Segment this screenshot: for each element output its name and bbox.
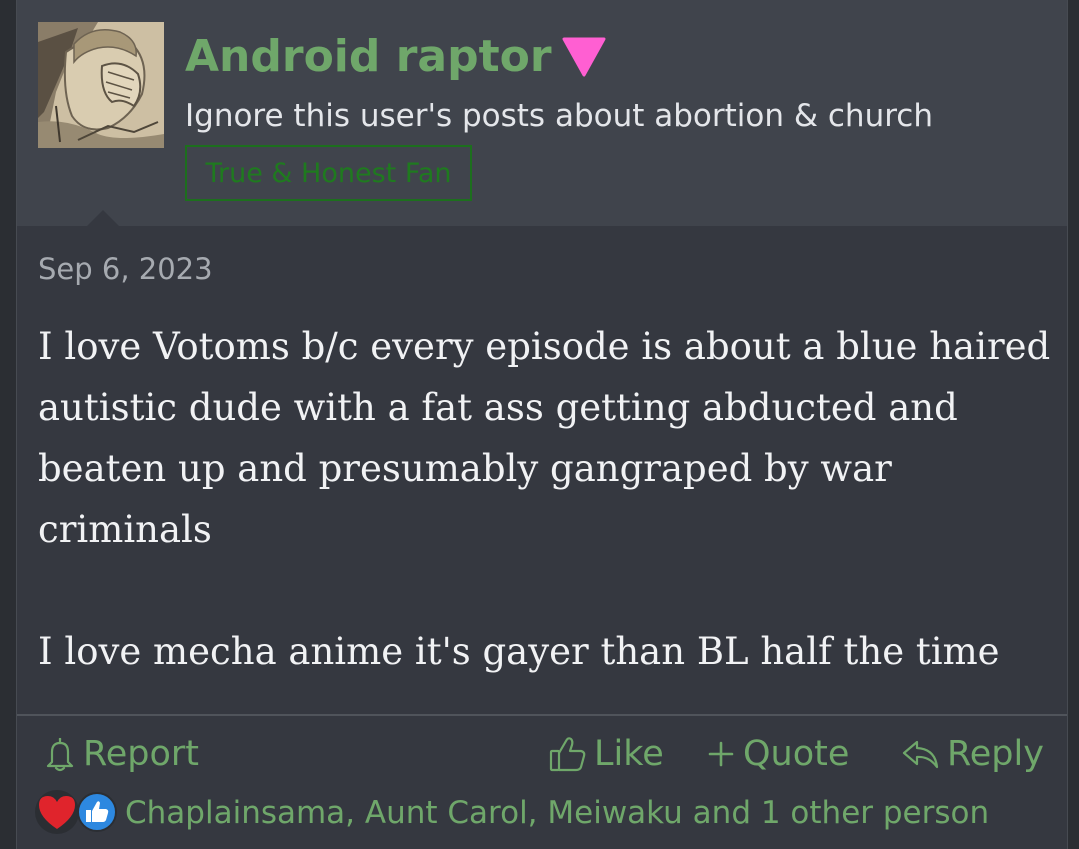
thumbs-up-icon	[549, 737, 586, 772]
thumbs-up-icon	[77, 792, 117, 836]
reaction-names[interactable]: Chaplainsama, Aunt Carol, Meiwaku and 1 …	[125, 795, 989, 831]
quote-button[interactable]: Quote	[705, 726, 849, 782]
post-paragraph: I love mecha anime it's gayer than BL ha…	[38, 630, 1000, 673]
reaction-icons	[33, 788, 119, 838]
reactions-bar[interactable]: Chaplainsama, Aunt Carol, Meiwaku and 1 …	[33, 788, 989, 838]
plus-icon	[708, 741, 734, 767]
message-arrow	[87, 210, 119, 226]
post-actions: Report Like Quote Reply	[17, 726, 1067, 782]
divider	[17, 714, 1067, 716]
bell-icon	[46, 737, 74, 772]
user-banner: True & Honest Fan	[185, 145, 472, 201]
report-label: Report	[83, 734, 200, 774]
report-button[interactable]: Report	[43, 726, 199, 782]
like-label: Like	[594, 734, 664, 774]
avatar[interactable]	[38, 22, 164, 148]
username[interactable]: Android raptor	[185, 31, 552, 82]
reply-button[interactable]: Reply	[901, 726, 1044, 782]
forum-post: Android raptor Ignore this user's posts …	[16, 0, 1068, 849]
post-body: I love Votoms b/c every episode is about…	[38, 316, 1058, 682]
user-block: Android raptor Ignore this user's posts …	[17, 0, 1067, 226]
like-button[interactable]: Like	[548, 726, 664, 782]
user-title: Ignore this user's posts about abortion …	[185, 98, 933, 134]
post-paragraph: I love Votoms b/c every episode is about…	[38, 325, 1051, 551]
reply-arrow-icon	[902, 740, 939, 769]
quote-label: Quote	[743, 734, 850, 774]
heart-icon	[33, 789, 81, 839]
reply-label: Reply	[947, 734, 1044, 774]
username-row: Android raptor	[185, 26, 606, 86]
pink-down-triangle-icon	[562, 37, 606, 81]
post-date[interactable]: Sep 6, 2023	[38, 252, 213, 286]
